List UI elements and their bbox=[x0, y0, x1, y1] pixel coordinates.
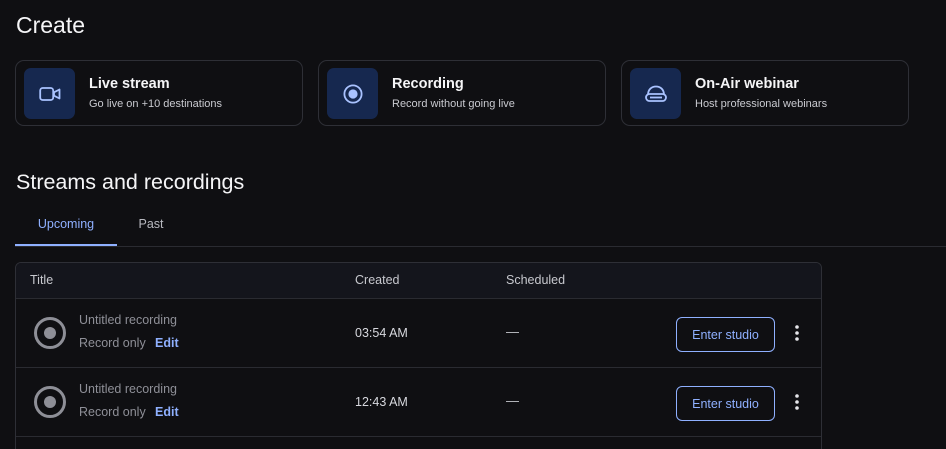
record-icon bbox=[327, 68, 378, 119]
streams-tabs: Upcoming Past bbox=[15, 205, 946, 247]
column-header-title: Title bbox=[30, 273, 54, 287]
table-header: Title Created Scheduled bbox=[16, 263, 821, 299]
on-air-webinar-card-title: On-Air webinar bbox=[695, 76, 799, 92]
edit-link[interactable]: Edit bbox=[155, 336, 179, 350]
recording-status-icon bbox=[33, 316, 67, 350]
streams-table: Title Created Scheduled Untitled recordi… bbox=[15, 262, 822, 449]
recording-card[interactable]: Recording Record without going live bbox=[318, 60, 606, 126]
video-camera-icon bbox=[24, 68, 75, 119]
webinar-headset-icon bbox=[630, 68, 681, 119]
edit-link[interactable]: Edit bbox=[155, 405, 179, 419]
on-air-webinar-card[interactable]: On-Air webinar Host professional webinar… bbox=[621, 60, 909, 126]
row-title: Untitled recording bbox=[79, 382, 177, 396]
recording-card-title: Recording bbox=[392, 76, 464, 92]
more-options-icon[interactable] bbox=[787, 389, 807, 415]
tab-upcoming[interactable]: Upcoming bbox=[15, 205, 117, 246]
create-heading: Create bbox=[16, 12, 86, 38]
row-title: Untitled recording bbox=[79, 313, 177, 327]
page: Create Live stream Go live on +10 destin… bbox=[0, 0, 946, 449]
row-scheduled: — bbox=[506, 324, 519, 339]
row-type: Record only bbox=[79, 336, 146, 350]
recording-card-subtitle: Record without going live bbox=[392, 98, 515, 110]
row-created: 12:43 AM bbox=[355, 395, 408, 409]
live-stream-card-title: Live stream bbox=[89, 76, 170, 92]
column-header-created: Created bbox=[355, 273, 400, 287]
table-row: Untitled recording Record only Edit 03:5… bbox=[16, 299, 821, 368]
on-air-webinar-card-subtitle: Host professional webinars bbox=[695, 98, 828, 110]
tab-past[interactable]: Past bbox=[117, 205, 185, 246]
enter-studio-button[interactable]: Enter studio bbox=[676, 386, 775, 421]
live-stream-card-subtitle: Go live on +10 destinations bbox=[89, 98, 223, 110]
more-options-icon[interactable] bbox=[787, 320, 807, 346]
table-row: Untitled recording Record only Edit 12:4… bbox=[16, 368, 821, 437]
recording-status-icon bbox=[33, 385, 67, 419]
streams-heading: Streams and recordings bbox=[16, 170, 245, 194]
enter-studio-button[interactable]: Enter studio bbox=[676, 317, 775, 352]
column-header-scheduled: Scheduled bbox=[506, 273, 566, 287]
row-type: Record only bbox=[79, 405, 146, 419]
live-stream-card[interactable]: Live stream Go live on +10 destinations bbox=[15, 60, 303, 126]
row-created: 03:54 AM bbox=[355, 326, 408, 340]
row-scheduled: — bbox=[506, 393, 519, 408]
